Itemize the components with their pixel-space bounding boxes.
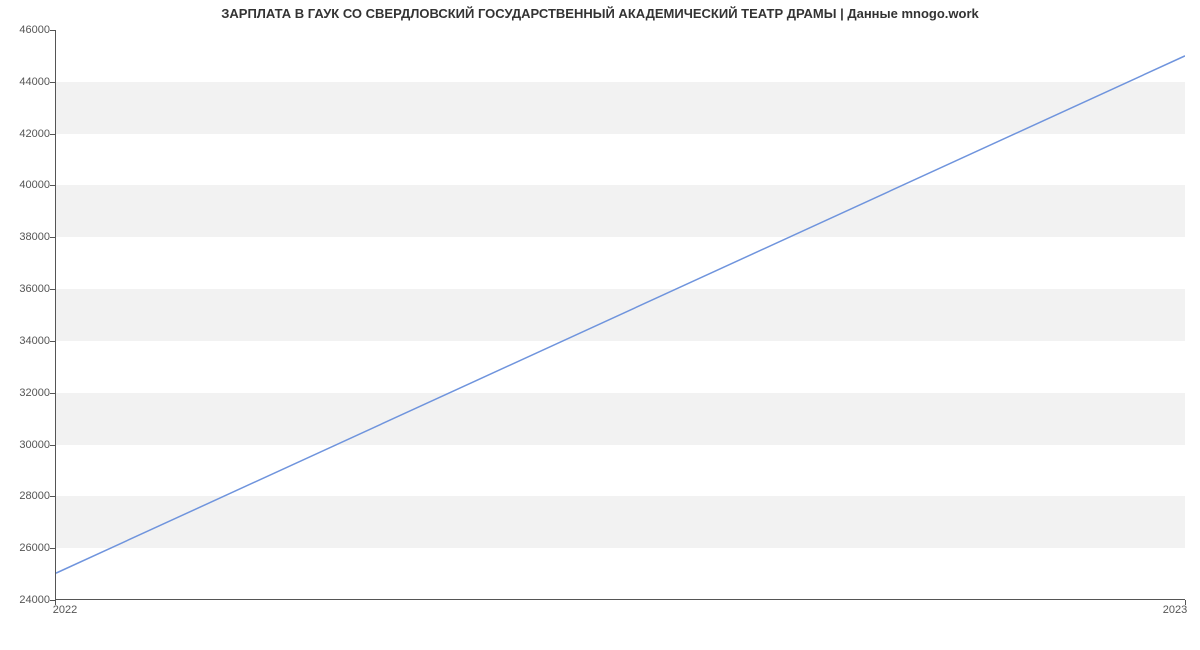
y-tick-label: 40000 — [0, 179, 50, 191]
x-tick-label: 2023 — [1163, 604, 1187, 616]
y-tick-label: 42000 — [0, 128, 50, 140]
y-tick-label: 24000 — [0, 594, 50, 606]
y-tick-label: 36000 — [0, 283, 50, 295]
y-tick-label: 28000 — [0, 490, 50, 502]
y-tick-label: 46000 — [0, 24, 50, 36]
plot-area — [55, 30, 1185, 600]
y-tick-label: 30000 — [0, 439, 50, 451]
y-tick-label: 26000 — [0, 542, 50, 554]
y-tick-label: 44000 — [0, 76, 50, 88]
y-tick-label: 32000 — [0, 387, 50, 399]
y-tick-label: 38000 — [0, 231, 50, 243]
chart-title: ЗАРПЛАТА В ГАУК СО СВЕРДЛОВСКИЙ ГОСУДАРС… — [0, 6, 1200, 21]
series-line — [56, 30, 1185, 599]
y-tick-label: 34000 — [0, 335, 50, 347]
x-tick-label: 2022 — [53, 604, 77, 616]
salary-line-chart: ЗАРПЛАТА В ГАУК СО СВЕРДЛОВСКИЙ ГОСУДАРС… — [0, 0, 1200, 650]
